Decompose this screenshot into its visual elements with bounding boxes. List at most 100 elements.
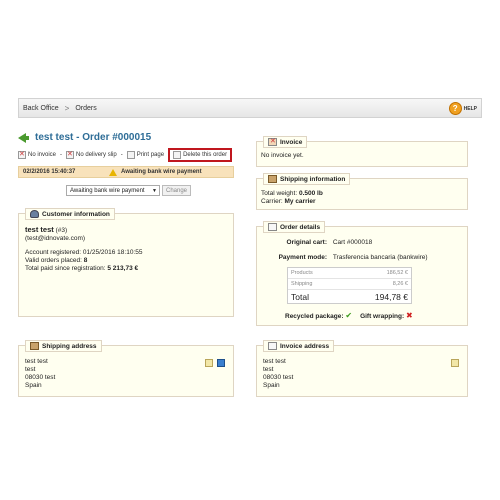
delete-icon — [173, 151, 182, 159]
invoice-status-text: No invoice yet. — [261, 152, 304, 159]
help-button[interactable]: ? HELP — [448, 102, 477, 115]
total-paid-value: 5 213,73 € — [107, 265, 139, 272]
total-paid-label: Total paid since registration: — [25, 265, 106, 272]
delete-order-label: Delete this order — [183, 152, 228, 158]
breadcrumb-separator: > — [64, 103, 70, 113]
payment-mode-value: Trasferencia bancaria (bankwire) — [332, 254, 428, 261]
invoice-address-legend: Invoice address — [263, 340, 335, 352]
invoice-address-title: Invoice address — [280, 342, 330, 350]
invoice-icon — [268, 137, 277, 146]
products-value: 186,52 € — [386, 270, 408, 276]
edit-icon[interactable] — [205, 359, 213, 367]
edit-icon[interactable] — [451, 359, 459, 367]
customer-email[interactable]: (test@idnovate.com) — [25, 235, 142, 243]
order-details-panel: Order details Original cart: Cart #00001… — [256, 221, 468, 326]
customer-id: (#3) — [55, 227, 68, 234]
warning-icon — [109, 168, 117, 176]
table-row: Products 186,52 € — [288, 268, 411, 279]
status-history-row: 02/2/2016 15:40:37 Awaiting bank wire pa… — [18, 166, 234, 178]
registered-line: Account registered: 01/25/2016 18:10:55 — [25, 249, 142, 257]
order-status-value: Awaiting bank wire payment — [70, 187, 145, 194]
valid-orders-line: Valid orders placed: 8 — [25, 257, 142, 265]
delete-order-link[interactable]: Delete this order — [168, 148, 233, 162]
weight-value: 0.500 lb — [298, 190, 323, 197]
invoice-address-line: test test — [263, 358, 286, 365]
payment-mode-label: Payment mode: — [278, 254, 327, 261]
user-icon — [30, 210, 39, 218]
document-icon — [268, 342, 277, 350]
invoice-address-panel: Invoice address test test test 08030 tes… — [256, 340, 468, 397]
cross-icon: ✖ — [405, 311, 413, 320]
order-title: test test - Order #000015 — [35, 132, 152, 143]
chevron-down-icon: ▼ — [152, 187, 157, 194]
carrier-line: Carrier: My carrier — [261, 198, 323, 206]
back-arrow-icon[interactable] — [18, 132, 29, 143]
gift-wrapping: Gift wrapping: ✖ — [360, 311, 413, 320]
recycled-label: Recycled package: — [285, 313, 344, 320]
shipping-info-legend: Shipping information — [263, 173, 351, 185]
breadcrumb-orders[interactable]: Orders — [75, 105, 96, 112]
invoice-address-line: test — [263, 366, 274, 373]
action-separator: - — [60, 152, 63, 158]
shipping-label: Shipping — [291, 281, 313, 287]
help-icon: ? — [448, 102, 462, 115]
no-delivery-slip-icon — [66, 150, 75, 159]
order-status-select[interactable]: Awaiting bank wire payment ▼ — [66, 185, 160, 196]
invoice-address-line: Spain — [263, 382, 280, 389]
no-invoice-link[interactable]: No invoice — [18, 150, 57, 159]
original-cart-label: Original cart: — [286, 239, 327, 246]
map-icon[interactable] — [217, 359, 225, 367]
order-title-row: test test - Order #000015 — [18, 132, 151, 143]
products-label: Products — [291, 270, 313, 276]
action-separator: - — [120, 152, 123, 158]
shipping-address-line: 08030 test — [25, 374, 56, 381]
customer-name[interactable]: test test — [25, 225, 54, 234]
truck-icon — [30, 342, 39, 350]
package-flags: Recycled package: ✔ Gift wrapping: ✖ — [285, 311, 413, 320]
registered-value: 01/25/2016 18:10:55 — [82, 249, 143, 256]
order-totals-table: Products 186,52 € Shipping 8,26 € Total … — [287, 267, 412, 304]
help-label: HELP — [463, 105, 477, 112]
weight-line: Total weight: 0.500 lb — [261, 190, 323, 198]
order-actions: No invoice - No delivery slip - Print pa… — [18, 148, 233, 162]
valid-orders-label: Valid orders placed: — [25, 257, 82, 264]
shipping-address-line: test test — [25, 358, 48, 365]
breadcrumb-bar: Back Office > Orders ? HELP — [18, 98, 482, 118]
breadcrumb-back-office[interactable]: Back Office — [23, 105, 59, 112]
customer-info-legend: Customer information — [25, 208, 115, 220]
no-invoice-icon — [18, 150, 26, 159]
invoice-address-line: 08030 test — [263, 374, 294, 381]
carrier-label: Carrier: — [261, 198, 283, 205]
shipping-info-panel: Shipping information Total weight: 0.500… — [256, 173, 468, 210]
shipping-address-panel: Shipping address test test test 08030 te… — [18, 340, 234, 397]
status-date: 02/2/2016 15:40:37 — [23, 169, 76, 175]
table-row-total: Total 194,78 € — [288, 290, 411, 303]
no-delivery-slip-link[interactable]: No delivery slip — [66, 150, 117, 159]
carrier-value: My carrier — [284, 198, 316, 205]
print-icon — [126, 151, 135, 159]
truck-icon — [268, 175, 277, 183]
customer-info-title: Customer information — [42, 210, 110, 218]
status-text: Awaiting bank wire payment — [121, 169, 202, 175]
check-icon: ✔ — [345, 311, 353, 320]
shipping-address-legend: Shipping address — [25, 340, 102, 352]
customer-name-line: test test (#3) — [25, 226, 142, 235]
gift-label: Gift wrapping: — [360, 313, 405, 320]
shipping-address-title: Shipping address — [42, 342, 97, 350]
original-cart-link[interactable]: Cart #000018 — [333, 239, 372, 246]
invoice-panel: Invoice No invoice yet. — [256, 136, 468, 167]
invoice-title: Invoice — [280, 138, 303, 146]
invoice-legend: Invoice — [263, 136, 308, 148]
payment-mode-row: Payment mode: Trasferencia bancaria (ban… — [257, 254, 428, 261]
change-status-button[interactable]: Change — [162, 185, 192, 196]
print-page-label: Print page — [136, 152, 165, 158]
original-cart-row: Original cart: Cart #000018 — [257, 239, 373, 246]
customer-info-panel: Customer information test test (#3) (tes… — [18, 208, 234, 317]
no-delivery-slip-label: No delivery slip — [76, 152, 117, 158]
shipping-info-title: Shipping information — [280, 175, 346, 183]
print-page-link[interactable]: Print page — [126, 151, 165, 159]
no-invoice-label: No invoice — [28, 152, 57, 158]
registered-label: Account registered: — [25, 249, 82, 256]
total-paid-line: Total paid since registration: 5 213,73 … — [25, 265, 142, 273]
recycled-package: Recycled package: ✔ — [285, 311, 352, 320]
